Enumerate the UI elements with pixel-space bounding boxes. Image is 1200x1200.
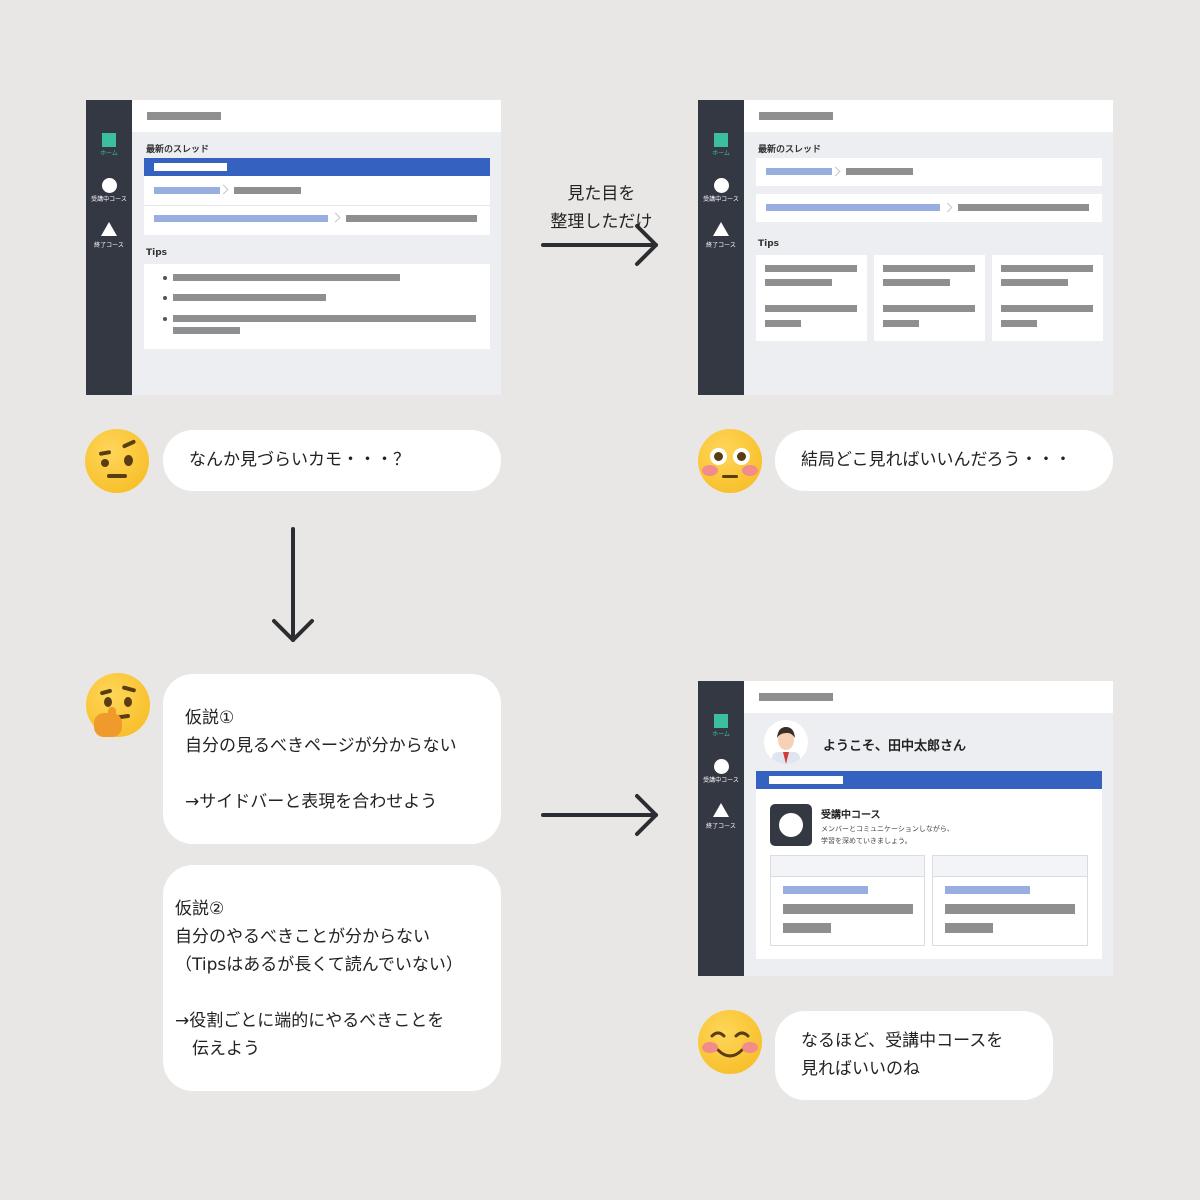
tip-card[interactable] xyxy=(874,255,985,341)
nav-label-enrolled: 受講中コース xyxy=(703,777,739,784)
course-section-title: 受講中コース xyxy=(821,810,881,821)
course-panel-header xyxy=(756,771,1102,789)
nav-label-finished: 終了コース xyxy=(94,242,124,249)
raised-eyebrow-face-icon xyxy=(85,429,149,493)
nav-label-home: ホーム xyxy=(712,150,730,157)
thread-section-label: 最新のスレッド xyxy=(758,145,822,155)
top-bar xyxy=(132,100,501,132)
home-icon[interactable] xyxy=(102,133,116,147)
nav-label-home: ホーム xyxy=(100,150,118,157)
tip-card[interactable] xyxy=(756,255,867,341)
page-title-placeholder xyxy=(759,693,833,701)
finished-course-icon[interactable] xyxy=(713,222,729,236)
thread-list xyxy=(144,158,490,235)
smiling-blushing-face-icon xyxy=(698,1010,762,1074)
chevron-right-icon xyxy=(330,212,341,223)
finished-course-icon[interactable] xyxy=(101,222,117,236)
course-description-line2: 学習を深めていきましょう。 xyxy=(821,837,912,845)
page-title-placeholder xyxy=(759,112,833,120)
chevron-right-icon xyxy=(942,202,953,213)
chevron-right-icon xyxy=(218,184,229,195)
course-description-line1: メンバーとコミュニケーションしながら、 xyxy=(821,825,954,833)
course-panel: 受講中コース メンバーとコミュニケーションしながら、 学習を深めていきましょう。 xyxy=(756,771,1102,959)
welcome-message: ようこそ、田中太郎さん xyxy=(823,739,967,754)
thread-link[interactable] xyxy=(154,215,328,222)
mockup-before: ホーム 受講中コース 終了コース 最新のスレッド Tips xyxy=(86,100,501,395)
tip-card[interactable] xyxy=(992,255,1103,341)
enrolled-course-icon[interactable] xyxy=(714,178,729,193)
tips-section-label: Tips xyxy=(146,248,168,258)
top-bar xyxy=(744,100,1113,132)
course-card[interactable] xyxy=(770,855,925,946)
course-icon xyxy=(770,804,812,846)
flushed-face-icon xyxy=(698,429,762,493)
tips-section-label: Tips xyxy=(758,239,780,249)
thread-row-selected[interactable] xyxy=(144,158,490,176)
mockup-visual-cleanup: ホーム 受講中コース 終了コース 最新のスレッド Tips xyxy=(698,100,1113,395)
thinking-face-icon xyxy=(86,673,150,737)
avatar xyxy=(764,720,808,764)
home-icon[interactable] xyxy=(714,133,728,147)
enrolled-course-icon[interactable] xyxy=(714,759,729,774)
sidebar: ホーム 受講中コース 終了コース xyxy=(698,100,744,395)
nav-label-home: ホーム xyxy=(712,731,730,738)
thread-row[interactable] xyxy=(756,194,1102,222)
enrolled-course-icon[interactable] xyxy=(102,178,117,193)
sidebar: ホーム 受講中コース 終了コース xyxy=(86,100,132,395)
nav-label-enrolled: 受講中コース xyxy=(703,196,739,203)
nav-label-finished: 終了コース xyxy=(706,242,736,249)
speech-bubble-confused: なんか見づらいカモ・・・？ xyxy=(163,430,501,491)
page-title-placeholder xyxy=(147,112,221,120)
nav-label-finished: 終了コース xyxy=(706,823,736,830)
speech-bubble-hypothesis-2: 仮説② 自分のやるべきことが分からない （Tipsはあるが長くて読んでいない） … xyxy=(163,865,501,1091)
chevron-right-icon xyxy=(830,166,841,177)
speech-bubble-lost: 結局どこ見ればいいんだろう・・・ xyxy=(775,430,1113,491)
thread-section-label: 最新のスレッド xyxy=(146,145,210,155)
finished-course-icon[interactable] xyxy=(713,803,729,817)
speech-bubble-hypothesis-1: 仮説① 自分の見るべきページが分からない →サイドバーと表現を合わせよう xyxy=(163,674,501,844)
arrow-label: 見た目を 整理しただけ xyxy=(550,184,653,232)
thread-link[interactable] xyxy=(154,187,220,194)
nav-label-enrolled: 受講中コース xyxy=(91,196,127,203)
home-icon[interactable] xyxy=(714,714,728,728)
arrow-right-bottom xyxy=(541,794,658,836)
course-card[interactable] xyxy=(932,855,1088,946)
arrow-down xyxy=(272,527,314,642)
mockup-after: ホーム 受講中コース 終了コース ようこそ、田中太郎さん 受講中コース メンバー… xyxy=(698,681,1113,976)
speech-bubble-understood: なるほど、受講中コースを 見ればいいのね xyxy=(775,1011,1053,1100)
thread-row[interactable] xyxy=(756,158,1102,186)
sidebar: ホーム 受講中コース 終了コース xyxy=(698,681,744,976)
top-bar xyxy=(744,681,1113,713)
tips-list xyxy=(144,264,490,349)
